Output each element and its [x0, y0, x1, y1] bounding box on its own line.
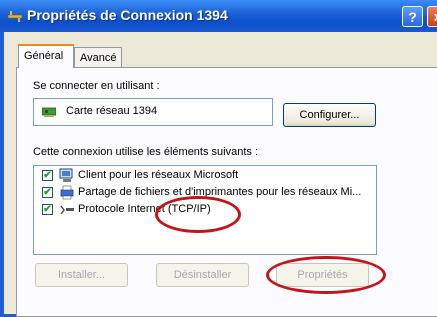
components-list[interactable]: ✔ Client pour les réseaux Microsoft ✔ Pa… — [33, 165, 377, 255]
close-button[interactable]: x — [427, 6, 437, 27]
properties-button[interactable]: Propriétés — [276, 263, 369, 287]
connect-using-label: Se connecter en utilisant : — [33, 80, 160, 92]
window-title: Propriétés de Connexion 1394 — [27, 7, 228, 23]
list-item[interactable]: ✔ Partage de fichiers et d'imprimantes p… — [42, 185, 378, 202]
title-bar[interactable]: Propriétés de Connexion 1394 ? x — [0, 0, 437, 32]
tab-avance[interactable]: Avancé — [74, 47, 122, 67]
item-label: Protocole Internet (TCP/IP) — [78, 203, 211, 215]
printer-share-icon — [60, 185, 74, 200]
configure-button[interactable]: Configurer... — [283, 103, 376, 127]
adapter-field: Carte réseau 1394 — [33, 98, 273, 126]
uninstall-button[interactable]: Désinstaller — [156, 263, 249, 287]
list-item[interactable]: ✔ Protocole Internet (TCP/IP) — [42, 202, 378, 219]
item-checkbox[interactable]: ✔ — [42, 204, 53, 215]
network-connection-icon — [7, 11, 23, 22]
network-card-icon — [42, 107, 56, 117]
list-item[interactable]: ✔ Client pour les réseaux Microsoft — [42, 168, 378, 185]
install-button[interactable]: Installer... — [35, 263, 128, 287]
help-button[interactable]: ? — [402, 6, 423, 27]
tab-general[interactable]: Général — [18, 44, 74, 68]
protocol-icon — [60, 205, 74, 215]
item-label: Partage de fichiers et d'imprimantes pou… — [78, 186, 362, 198]
adapter-name: Carte réseau 1394 — [66, 105, 158, 117]
item-checkbox[interactable]: ✔ — [42, 170, 53, 181]
item-label: Client pour les réseaux Microsoft — [78, 169, 239, 181]
network-client-icon — [59, 168, 73, 182]
item-checkbox[interactable]: ✔ — [42, 187, 53, 198]
items-label: Cette connexion utilise les éléments sui… — [33, 146, 259, 158]
